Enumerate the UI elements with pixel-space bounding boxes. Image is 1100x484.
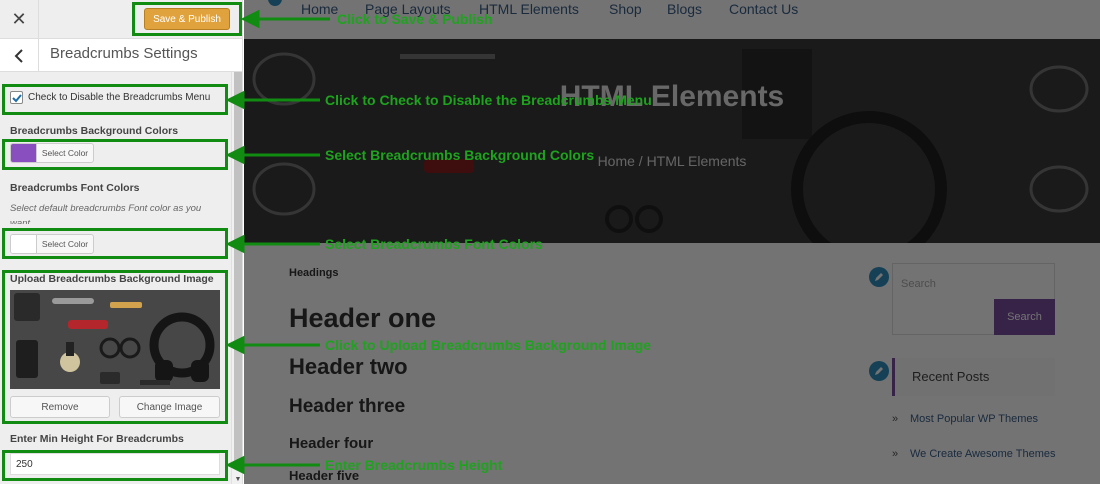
- bg-color-picker-button[interactable]: Select Color: [10, 143, 94, 163]
- save-publish-button[interactable]: Save & Publish: [144, 8, 230, 30]
- headings-label: Headings: [289, 267, 339, 279]
- publish-annotation: Click to Save & Publish: [337, 11, 493, 27]
- font-color-annotation: Select Breadcrumbs Font Colors: [325, 236, 543, 252]
- breadcrumbs-background-image: [10, 290, 220, 389]
- header-four: Header four: [289, 435, 374, 452]
- chevron-left-icon: [14, 48, 23, 63]
- remove-image-button[interactable]: Remove: [10, 396, 110, 418]
- search-input[interactable]: Search: [901, 278, 936, 290]
- upload-image-label: Upload Breadcrumbs Background Image: [10, 273, 214, 285]
- nav-item-blogs[interactable]: Blogs: [667, 1, 702, 17]
- change-image-button[interactable]: Change Image: [119, 396, 220, 418]
- header-one: Header one: [289, 303, 437, 333]
- close-customizer-button[interactable]: ✕: [0, 0, 39, 39]
- font-colors-label: Breadcrumbs Font Colors: [10, 182, 140, 194]
- background-image-thumbnail: [10, 290, 220, 389]
- disable-annotation: Click to Check to Disable the Breadcrumb…: [325, 92, 652, 108]
- panel-scrollbar[interactable]: ▼: [231, 72, 242, 484]
- font-color-picker-button[interactable]: Select Color: [10, 234, 94, 254]
- disable-breadcrumbs-label: Check to Disable the Breadcrumbs Menu: [28, 92, 211, 103]
- min-height-input[interactable]: [10, 453, 220, 475]
- upload-annotation: Click to Upload Breadcrumbs Background I…: [325, 337, 651, 353]
- recent-post-item[interactable]: » We Create Awesome Themes: [892, 448, 1056, 460]
- nav-edit-icon[interactable]: [268, 0, 282, 6]
- back-button[interactable]: [0, 39, 39, 72]
- search-widget: Search Search: [892, 263, 1055, 335]
- bg-color-select-label: Select Color: [41, 148, 89, 158]
- search-widget-edit-icon[interactable]: [869, 267, 889, 287]
- recent-posts-header: Recent Posts: [892, 358, 1055, 396]
- nav-item-html-elements[interactable]: HTML Elements: [479, 1, 579, 17]
- recent-posts-title: Recent Posts: [912, 369, 990, 384]
- bg-color-swatch: [11, 144, 37, 162]
- page-content: Headings Header one Header two Header th…: [244, 243, 1100, 484]
- checkmark-icon: [11, 93, 22, 102]
- nav-item-contact[interactable]: Contact Us: [729, 1, 798, 17]
- search-button[interactable]: Search: [994, 299, 1055, 335]
- hero-background-image: [244, 39, 1100, 243]
- height-annotation: Enter Breadcrumbs Height: [325, 457, 503, 473]
- font-colors-description: Select default breadcrumbs Font color as…: [10, 203, 202, 224]
- recent-posts-edit-icon[interactable]: [869, 361, 889, 381]
- bg-colors-label: Breadcrumbs Background Colors: [10, 125, 179, 137]
- recent-post-link[interactable]: Most Popular WP Themes: [910, 413, 1038, 425]
- header-two: Header two: [289, 354, 408, 379]
- bullet-icon: »: [892, 413, 899, 425]
- header-three: Header three: [289, 396, 406, 417]
- breadcrumbs-hero: HTML Elements Home / HTML Elements: [244, 39, 1100, 243]
- recent-post-item[interactable]: » Most Popular WP Themes: [892, 413, 1038, 425]
- scroll-thumb[interactable]: [234, 72, 242, 462]
- bg-color-annotation: Select Breadcrumbs Background Colors: [325, 147, 595, 163]
- disable-breadcrumbs-checkbox[interactable]: [10, 91, 23, 104]
- recent-post-link[interactable]: We Create Awesome Themes: [910, 448, 1056, 460]
- customizer-panel: ✕ Save & Publish Breadcrumbs Settings ▼ …: [0, 0, 243, 484]
- font-color-select-label: Select Color: [41, 239, 89, 249]
- disable-breadcrumbs-control[interactable]: Check to Disable the Breadcrumbs Menu: [10, 91, 210, 104]
- section-title: Breadcrumbs Settings: [50, 45, 198, 62]
- nav-item-shop[interactable]: Shop: [609, 1, 642, 17]
- customizer-header: ✕ Save & Publish: [0, 0, 242, 39]
- nav-item-home[interactable]: Home: [301, 1, 338, 17]
- bullet-icon: »: [892, 448, 899, 460]
- font-color-swatch: [11, 235, 37, 253]
- close-icon: ✕: [11, 9, 27, 29]
- scroll-down-arrow-icon[interactable]: ▼: [232, 474, 242, 484]
- section-header: Breadcrumbs Settings: [0, 39, 242, 72]
- min-height-label: Enter Min Height For Breadcrumbs: [10, 433, 184, 445]
